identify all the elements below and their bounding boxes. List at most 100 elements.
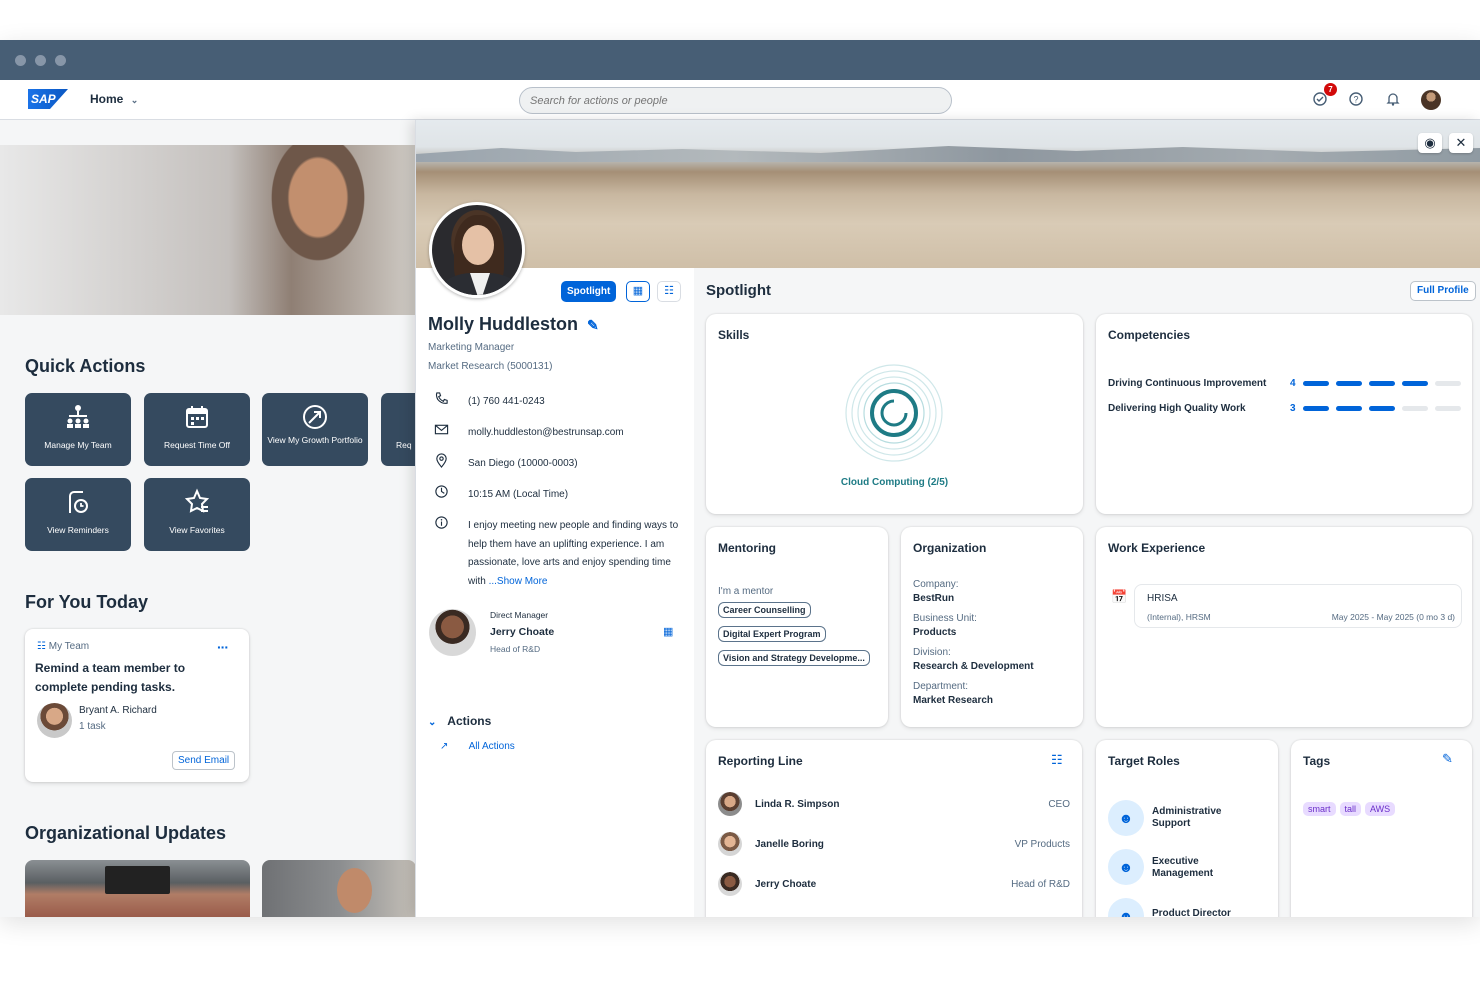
profile-job-title: Marketing Manager bbox=[428, 342, 515, 353]
tag-chip[interactable]: tall bbox=[1339, 802, 1362, 816]
show-more-link[interactable]: ...Show More bbox=[489, 576, 548, 587]
sap-logo[interactable]: SAP bbox=[28, 89, 68, 109]
mentor-label: I'm a mentor bbox=[718, 586, 774, 597]
actions-toggle[interactable]: ⌄ Actions bbox=[428, 714, 491, 728]
tile-view-growth-portfolio[interactable]: View My Growth Portfolio bbox=[262, 393, 368, 466]
more-options-icon[interactable]: ··· bbox=[217, 639, 229, 655]
bell-icon[interactable] bbox=[1385, 91, 1403, 109]
tile-manage-my-team[interactable]: Manage My Team bbox=[25, 393, 131, 466]
reporting-person-title: CEO bbox=[1048, 799, 1070, 810]
tags-title: Tags bbox=[1303, 754, 1331, 768]
location-text: San Diego (10000-0003) bbox=[468, 458, 578, 469]
spotlight-button[interactable]: Spotlight bbox=[561, 281, 617, 302]
organization-content: Company: BestRun Business Unit: Products… bbox=[913, 578, 1034, 714]
org-update-image[interactable] bbox=[25, 860, 250, 917]
tile-view-reminders[interactable]: View Reminders bbox=[25, 478, 131, 551]
mentoring-content: I'm a mentor Career Counselling Digital … bbox=[718, 585, 870, 672]
reporting-person-title: VP Products bbox=[1014, 839, 1070, 850]
target-role-name[interactable]: Executive Management bbox=[1152, 856, 1262, 880]
competencies-card[interactable]: Competencies Driving Continuous Improvem… bbox=[1096, 314, 1472, 514]
target-role-name[interactable]: Product Director bbox=[1152, 908, 1262, 917]
browser-window: SAP Home ⌄ 7 ? Quick Actions Manage My T… bbox=[0, 40, 1480, 917]
send-email-button[interactable]: Send Email bbox=[172, 751, 236, 770]
tags-list: smart tall AWS bbox=[1303, 799, 1399, 817]
tile-view-favorites[interactable]: View Favorites bbox=[144, 478, 250, 551]
full-profile-button[interactable]: Full Profile bbox=[1410, 281, 1476, 301]
profile-photo[interactable] bbox=[429, 202, 525, 298]
avatar[interactable] bbox=[718, 792, 742, 816]
manager-avatar[interactable] bbox=[429, 609, 476, 656]
work-experience-card[interactable]: Work Experience 📅 HRISA (Internal), HRSM… bbox=[1096, 527, 1472, 727]
avatar[interactable] bbox=[718, 872, 742, 896]
home-menu-label: Home bbox=[90, 92, 124, 106]
rating-segment-empty bbox=[1435, 406, 1461, 411]
phone-link[interactable]: (1) 760 441-0243 bbox=[468, 393, 545, 412]
reporting-line-card[interactable]: Reporting Line ☷ Linda R. Simpson CEO Ja… bbox=[706, 740, 1082, 917]
help-icon[interactable]: ? bbox=[1348, 91, 1366, 109]
close-icon[interactable]: ✕ bbox=[1449, 133, 1473, 153]
profile-name-text: Molly Huddleston bbox=[428, 314, 578, 334]
rating-segment-filled bbox=[1369, 406, 1395, 411]
reporting-line-title: Reporting Line bbox=[718, 754, 803, 768]
reporting-person-title: Head of R&D bbox=[1011, 879, 1070, 890]
reporting-person-name[interactable]: Jerry Choate bbox=[755, 879, 816, 890]
tag-chip[interactable]: smart bbox=[1303, 802, 1336, 816]
info-icon bbox=[434, 515, 450, 531]
mentoring-program-pill[interactable]: Vision and Strategy Developme... bbox=[718, 650, 870, 666]
tile-request-time-off[interactable]: Request Time Off bbox=[144, 393, 250, 466]
window-control-dot[interactable] bbox=[15, 55, 26, 66]
target-role-name[interactable]: Administrative Support bbox=[1152, 806, 1262, 830]
person-role-icon: ☻ bbox=[1108, 849, 1144, 885]
org-chart-icon[interactable]: ☷ bbox=[1051, 752, 1063, 768]
svg-text:?: ? bbox=[1353, 95, 1358, 105]
tag-chip[interactable]: AWS bbox=[1365, 802, 1396, 816]
business-unit-value: Products bbox=[913, 627, 957, 638]
home-menu[interactable]: Home ⌄ bbox=[90, 92, 138, 106]
all-actions-link[interactable]: ↗ All Actions bbox=[440, 741, 515, 752]
edit-icon[interactable]: ✎ bbox=[1442, 751, 1453, 767]
search-input[interactable] bbox=[519, 87, 952, 114]
window-control-dot[interactable] bbox=[35, 55, 46, 66]
skill-name: Cloud Computing (2/5) bbox=[840, 477, 949, 488]
work-period: May 2025 - May 2025 (0 mo 3 d) bbox=[1331, 612, 1455, 622]
reporting-person-name[interactable]: Linda R. Simpson bbox=[755, 799, 839, 810]
tags-card[interactable]: Tags ✎ smart tall AWS bbox=[1291, 740, 1472, 917]
manager-name[interactable]: Jerry Choate bbox=[490, 626, 554, 638]
profile-department: Market Research (5000131) bbox=[428, 361, 553, 372]
edit-icon[interactable]: ✎ bbox=[587, 317, 599, 333]
reporting-person-name[interactable]: Janelle Boring bbox=[755, 839, 824, 850]
mentoring-program-pill[interactable]: Career Counselling bbox=[718, 602, 811, 618]
contact-card-icon[interactable]: ▦ bbox=[663, 625, 673, 638]
window-control-dot[interactable] bbox=[55, 55, 66, 66]
badge-card-icon[interactable]: ▦ bbox=[626, 281, 650, 302]
clock-icon bbox=[434, 484, 450, 500]
company-label: Company: bbox=[913, 579, 959, 590]
org-update-image[interactable] bbox=[262, 860, 416, 917]
spotlight-area: Spotlight Full Profile Skills Cloud Comp… bbox=[694, 268, 1480, 917]
user-avatar[interactable] bbox=[1421, 90, 1441, 110]
tile-request-partial[interactable]: Req bbox=[381, 393, 416, 466]
mentoring-program-pill[interactable]: Digital Expert Program bbox=[718, 626, 826, 642]
business-unit-label: Business Unit: bbox=[913, 613, 977, 624]
task-category-label: My Team bbox=[48, 641, 90, 652]
mentoring-title: Mentoring bbox=[718, 541, 776, 555]
rating-segment-filled bbox=[1369, 381, 1395, 386]
person-role-icon: ☻ bbox=[1108, 898, 1144, 917]
division-label: Division: bbox=[913, 647, 951, 658]
company-value: BestRun bbox=[913, 593, 955, 604]
competency-level: 4 bbox=[1290, 378, 1296, 389]
skills-card[interactable]: Skills Cloud Computing (2/5) bbox=[706, 314, 1083, 514]
avatar bbox=[37, 703, 72, 738]
target-roles-card[interactable]: Target Roles ☻ Administrative Support ☻ … bbox=[1096, 740, 1278, 917]
task-card[interactable]: ☷ My Team ··· Remind a team member to co… bbox=[25, 629, 249, 782]
org-chart-icon[interactable]: ☷ bbox=[657, 281, 681, 302]
task-card-text: Remind a team member to complete pending… bbox=[35, 661, 186, 694]
organizational-updates-title: Organizational Updates bbox=[25, 823, 227, 843]
camera-icon[interactable]: ◉ bbox=[1418, 133, 1442, 153]
email-link[interactable]: molly.huddleston@bestrunsap.com bbox=[468, 424, 624, 443]
organization-card[interactable]: Organization Company: BestRun Business U… bbox=[901, 527, 1083, 727]
mentoring-card[interactable]: Mentoring I'm a mentor Career Counsellin… bbox=[706, 527, 888, 727]
work-experience-item[interactable]: HRISA (Internal), HRSM May 2025 - May 20… bbox=[1134, 584, 1462, 628]
rating-segment-empty bbox=[1435, 381, 1461, 386]
avatar[interactable] bbox=[718, 832, 742, 856]
